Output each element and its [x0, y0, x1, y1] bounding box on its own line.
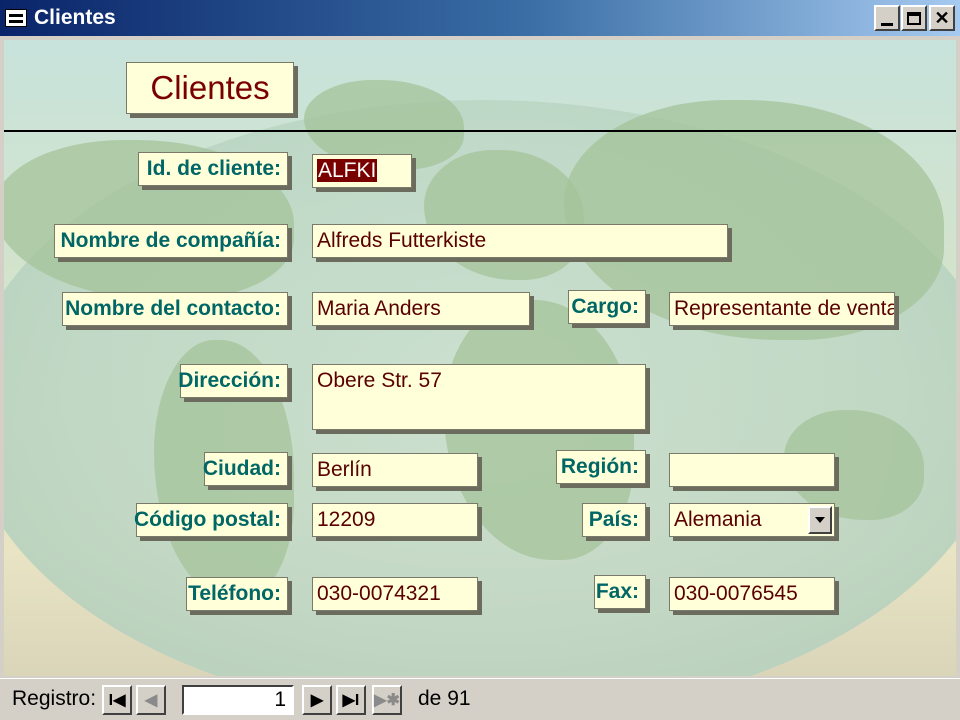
- address-field[interactable]: Obere Str. 57: [312, 364, 646, 430]
- label-city: Ciudad:: [203, 452, 288, 486]
- next-record-button[interactable]: ▶: [302, 685, 332, 715]
- label-region: Región:: [556, 450, 646, 484]
- maximize-icon: [907, 11, 921, 25]
- label-phone: Teléfono:: [186, 577, 288, 611]
- new-record-button[interactable]: ▶✱: [372, 685, 402, 715]
- phone-field[interactable]: 030-0074321: [312, 577, 478, 611]
- country-value: Alemania: [674, 508, 762, 531]
- header-divider: [4, 130, 956, 132]
- total-records: 91: [447, 687, 471, 710]
- previous-record-icon: ◀: [144, 692, 158, 709]
- access-form-window: Clientes ✕ Clientes Id. de cliente: ALFK…: [0, 0, 960, 720]
- dropdown-arrow-icon: [815, 517, 825, 523]
- region-field[interactable]: [669, 453, 835, 487]
- current-record-input[interactable]: 1: [182, 685, 294, 715]
- company-name-field[interactable]: Alfreds Futterkiste: [312, 224, 728, 258]
- close-icon: ✕: [934, 7, 950, 28]
- customer-id-value: ALFKI: [317, 159, 378, 182]
- next-record-icon: ▶: [310, 692, 324, 709]
- label-postal-code: Código postal:: [134, 503, 288, 537]
- postal-code-field[interactable]: 12209: [312, 503, 478, 537]
- country-dropdown-button[interactable]: [808, 506, 832, 534]
- label-country: País:: [582, 503, 646, 537]
- of-label: de: [418, 687, 442, 710]
- country-combo[interactable]: Alemania: [669, 503, 835, 537]
- label-address: Dirección:: [178, 364, 288, 398]
- close-button[interactable]: ✕: [929, 5, 955, 31]
- maximize-button[interactable]: [901, 5, 927, 31]
- minimize-button[interactable]: [874, 5, 900, 31]
- label-fax: Fax:: [594, 575, 646, 609]
- form-body: Clientes Id. de cliente: ALFKI Nombre de…: [4, 40, 956, 676]
- label-position: Cargo:: [568, 290, 646, 324]
- position-field[interactable]: Representante de ventas: [669, 292, 895, 326]
- last-record-icon: ▶I: [342, 692, 360, 709]
- record-navigation-bar: Registro: I◀ ◀ 1 ▶ ▶I ▶✱ de 91: [0, 678, 960, 720]
- record-label: Registro:: [12, 687, 97, 710]
- first-record-icon: I◀: [108, 692, 126, 709]
- form-icon[interactable]: [5, 9, 27, 27]
- first-record-button[interactable]: I◀: [102, 685, 132, 715]
- contact-name-field[interactable]: Maria Anders: [312, 292, 530, 326]
- record-count: de 91: [418, 687, 471, 711]
- last-record-button[interactable]: ▶I: [336, 685, 366, 715]
- label-contact-name: Nombre del contacto:: [62, 292, 288, 326]
- title-bar[interactable]: Clientes ✕: [0, 0, 960, 36]
- label-customer-id: Id. de cliente:: [138, 152, 288, 186]
- form-title: Clientes: [126, 62, 294, 114]
- customer-id-field[interactable]: ALFKI: [312, 154, 412, 188]
- fax-field[interactable]: 030-0076545: [669, 577, 835, 611]
- previous-record-button[interactable]: ◀: [136, 685, 166, 715]
- city-field[interactable]: Berlín: [312, 453, 478, 487]
- minimize-icon: [881, 22, 893, 26]
- new-record-icon: ▶✱: [374, 692, 400, 709]
- label-company-name: Nombre de compañía:: [54, 224, 288, 258]
- window-title: Clientes: [34, 6, 116, 29]
